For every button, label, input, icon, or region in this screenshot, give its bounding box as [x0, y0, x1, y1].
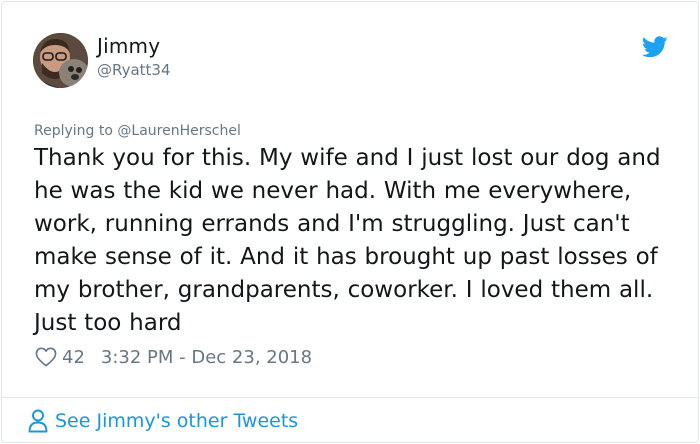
- twitter-bird-icon[interactable]: [642, 36, 668, 58]
- avatar-photo: [33, 33, 88, 88]
- like-count: 42: [62, 346, 85, 368]
- person-icon: [28, 409, 48, 433]
- reply-mention-link[interactable]: @LaurenHerschel: [117, 123, 240, 139]
- avatar[interactable]: [33, 33, 88, 88]
- heart-icon[interactable]: [35, 347, 57, 367]
- tweet-text: Thank you for this. My wife and I just l…: [34, 145, 661, 336]
- timestamp-link[interactable]: 3:32 PM - Dec 23, 2018: [101, 347, 312, 368]
- replying-to: Replying to @LaurenHerschel: [34, 123, 241, 139]
- tweet-card: Jimmy @Ryatt34 Replying to @LaurenHersch…: [1, 1, 699, 443]
- replying-to-prefix: Replying to: [34, 123, 118, 139]
- tweet-meta: 42 3:32 PM - Dec 23, 2018: [35, 345, 312, 369]
- see-other-tweets-label: See Jimmy's other Tweets: [55, 410, 299, 432]
- author-handle[interactable]: @Ryatt34: [97, 61, 171, 79]
- see-other-tweets-link[interactable]: See Jimmy's other Tweets: [28, 407, 298, 435]
- footer-divider: [2, 397, 698, 398]
- author-name[interactable]: Jimmy: [97, 34, 160, 58]
